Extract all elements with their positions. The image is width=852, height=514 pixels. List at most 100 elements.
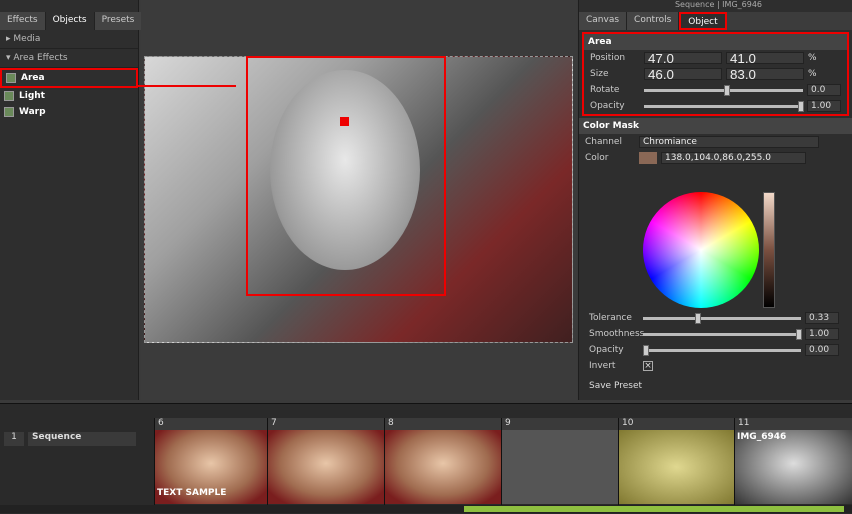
unit: % bbox=[808, 69, 817, 79]
tolerance-row: Tolerance 0.33 bbox=[583, 310, 845, 326]
position-row: Position% bbox=[584, 50, 847, 66]
area-effects-section[interactable]: ▾ Area Effects bbox=[0, 49, 138, 68]
light-icon bbox=[4, 91, 14, 101]
brightness-slider[interactable] bbox=[763, 192, 775, 308]
track-number: 1 bbox=[4, 432, 24, 446]
track-name[interactable]: Sequence bbox=[28, 432, 136, 446]
left-tabs: Effects Objects Presets bbox=[0, 12, 143, 30]
position-label: Position bbox=[590, 53, 626, 63]
color-wheel[interactable] bbox=[643, 192, 759, 308]
clip-thumbnail bbox=[385, 430, 501, 504]
tab-objects[interactable]: Objects bbox=[45, 12, 95, 30]
color-mask-title: Color Mask bbox=[583, 121, 639, 131]
clip-thumbnail bbox=[268, 430, 384, 504]
tab-presets[interactable]: Presets bbox=[94, 12, 143, 30]
tolerance-label: Tolerance bbox=[589, 313, 632, 323]
unit: % bbox=[808, 53, 817, 63]
rotate-label: Rotate bbox=[590, 85, 620, 95]
smoothness-slider[interactable] bbox=[643, 328, 803, 340]
mask-opacity-row: Opacity 0.00 bbox=[583, 342, 845, 358]
size-h-input[interactable] bbox=[726, 68, 804, 80]
tab-canvas[interactable]: Canvas bbox=[579, 12, 628, 30]
size-label: Size bbox=[590, 69, 609, 79]
clip-thumbnail: IMG_6946 bbox=[735, 430, 852, 504]
invert-row: Invert × bbox=[583, 358, 845, 374]
clip-number: 11 bbox=[735, 418, 852, 430]
list-item-area[interactable]: Area bbox=[0, 68, 138, 88]
slider-knob[interactable] bbox=[798, 100, 805, 112]
area-selection-box[interactable] bbox=[246, 56, 446, 296]
timeline: 1 Sequence 6 TEXT SAMPLE 7 8 9 10 11 IMG_6… bbox=[0, 403, 852, 514]
rotate-row: Rotate 0.0 bbox=[584, 82, 847, 98]
area-icon bbox=[6, 73, 16, 83]
opacity-row: Opacity 1.00 bbox=[584, 98, 847, 114]
clip[interactable]: 11 IMG_6946 bbox=[734, 418, 852, 506]
color-label: Color bbox=[585, 153, 609, 163]
tab-effects[interactable]: Effects bbox=[0, 12, 46, 30]
clip-number: 9 bbox=[502, 418, 618, 430]
save-preset-label: Save Preset bbox=[589, 381, 643, 391]
position-y-input[interactable] bbox=[726, 52, 804, 64]
item-label: Light bbox=[19, 91, 45, 101]
area-header: Area bbox=[584, 34, 847, 50]
position-x-input[interactable] bbox=[644, 52, 722, 64]
sequence-title: Sequence | IMG_6946 bbox=[674, 0, 762, 9]
mask-opacity-label: Opacity bbox=[589, 345, 624, 355]
clip-number: 6 bbox=[155, 418, 267, 430]
media-label: Media bbox=[13, 34, 41, 44]
mask-opacity-slider[interactable] bbox=[643, 344, 801, 356]
tolerance-value[interactable]: 0.33 bbox=[805, 312, 839, 324]
channel-row: Channel Chromiance bbox=[579, 134, 852, 150]
tab-object[interactable]: Object bbox=[679, 12, 727, 30]
clip[interactable]: 7 bbox=[267, 418, 384, 506]
size-row: Size% bbox=[584, 66, 847, 82]
color-row: Color 138.0,104.0,86.0,255.0 bbox=[579, 150, 852, 166]
clip-thumbnail: TEXT SAMPLE bbox=[155, 430, 267, 504]
smoothness-row: Smoothness 1.00 bbox=[583, 326, 845, 342]
tolerance-slider[interactable] bbox=[643, 312, 801, 324]
invert-checkbox[interactable]: × bbox=[643, 361, 653, 371]
smoothness-value[interactable]: 1.00 bbox=[805, 328, 839, 340]
size-w-input[interactable] bbox=[644, 68, 722, 80]
left-panel: Effects Objects Presets ▸ Media ▾ Area E… bbox=[0, 0, 143, 400]
opacity-slider[interactable] bbox=[644, 100, 805, 112]
smoothness-label: Smoothness bbox=[589, 329, 645, 339]
color-mask-header: Color Mask bbox=[579, 118, 852, 134]
clip-caption: IMG_6946 bbox=[737, 432, 787, 442]
color-swatch[interactable] bbox=[639, 152, 657, 164]
item-label: Warp bbox=[19, 107, 46, 117]
clip[interactable]: 9 bbox=[501, 418, 618, 506]
scrollbar-thumb[interactable] bbox=[464, 506, 844, 512]
clip[interactable]: 10 bbox=[618, 418, 734, 506]
rotate-slider[interactable] bbox=[644, 84, 803, 96]
save-preset-button[interactable]: Save Preset bbox=[583, 378, 845, 394]
area-handle[interactable] bbox=[340, 117, 349, 126]
item-label: Area bbox=[21, 73, 45, 83]
channel-select[interactable]: Chromiance bbox=[639, 136, 819, 148]
annotation-arrow bbox=[136, 85, 236, 87]
slider-knob[interactable] bbox=[643, 344, 649, 356]
clip-number: 10 bbox=[619, 418, 734, 430]
clip[interactable]: 6 TEXT SAMPLE bbox=[154, 418, 267, 506]
opacity-value[interactable]: 1.00 bbox=[807, 100, 841, 112]
clip-thumbnail bbox=[502, 430, 618, 504]
color-value[interactable]: 138.0,104.0,86.0,255.0 bbox=[661, 152, 806, 164]
invert-label: Invert bbox=[589, 361, 616, 371]
mask-opacity-value[interactable]: 0.00 bbox=[805, 344, 839, 356]
list-item-warp[interactable]: Warp bbox=[0, 104, 138, 120]
slider-knob[interactable] bbox=[695, 312, 702, 324]
area-properties: Area Position% Size% Rotate 0.0 Opacity 1.… bbox=[582, 32, 849, 116]
slider-knob[interactable] bbox=[796, 328, 803, 340]
clip-number: 8 bbox=[385, 418, 501, 430]
right-tabs: Canvas Controls Object bbox=[579, 12, 852, 30]
clip-thumbnail bbox=[619, 430, 734, 504]
warp-icon bbox=[4, 107, 14, 117]
slider-knob[interactable] bbox=[723, 84, 730, 96]
tab-controls[interactable]: Controls bbox=[627, 12, 680, 30]
list-item-light[interactable]: Light bbox=[0, 88, 138, 104]
opacity-label: Opacity bbox=[590, 101, 625, 111]
clip-caption: TEXT SAMPLE bbox=[157, 488, 227, 498]
rotate-value[interactable]: 0.0 bbox=[807, 84, 841, 96]
media-section[interactable]: ▸ Media bbox=[0, 30, 138, 49]
clip[interactable]: 8 bbox=[384, 418, 501, 506]
